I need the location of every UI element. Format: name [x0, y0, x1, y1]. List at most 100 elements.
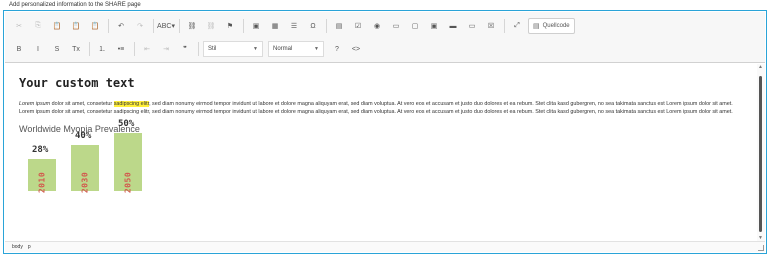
special-char-icon: Ω — [310, 22, 316, 30]
toolbar-separator — [153, 19, 154, 33]
remove-format-button[interactable]: Tx — [68, 41, 84, 57]
form-button[interactable]: ▤ — [331, 18, 347, 34]
cut-button[interactable]: ✂ — [11, 18, 27, 34]
bold-button[interactable]: B — [11, 41, 27, 57]
bold-icon: B — [16, 45, 22, 53]
style-select-value: Stil — [208, 46, 217, 52]
cut-icon: ✂ — [16, 23, 22, 30]
italic-button[interactable]: I — [30, 41, 46, 57]
bulleted-list-button[interactable]: •≡ — [113, 41, 129, 57]
form-icon: ▤ — [335, 23, 343, 30]
numbered-list-button[interactable]: ⒈ — [94, 41, 110, 57]
table-button[interactable]: ▦ — [267, 18, 283, 34]
numbered-list-icon: ⒈ — [98, 46, 106, 53]
chart-value-label: 40% — [75, 130, 92, 141]
link-button[interactable]: ⛓ — [184, 18, 200, 34]
copy-icon: ⎘ — [35, 22, 41, 29]
vertical-scrollbar[interactable]: ▲ ▼ — [757, 64, 765, 241]
image-icon: ▣ — [252, 23, 260, 30]
toolbar-separator — [134, 42, 135, 56]
anchor-icon: ⚑ — [226, 23, 234, 30]
outdent-button[interactable]: ⇤ — [139, 41, 155, 57]
special-char-button[interactable]: Ω — [305, 18, 321, 34]
source-icon: <> — [351, 45, 361, 53]
maximize-button[interactable]: ⤢ — [509, 18, 525, 34]
toolbar-separator — [179, 19, 180, 33]
toolbar-separator — [89, 42, 90, 56]
chevron-down-icon: ▼ — [314, 46, 319, 52]
redo-icon: ↷ — [137, 23, 143, 30]
toolbar-separator — [504, 19, 505, 33]
paste-button[interactable]: 📋 — [49, 18, 65, 34]
button-button[interactable]: ▬ — [445, 18, 461, 34]
editor-toolbar: ✂ ⎘ 📋 📋 📋 ↶ ↷ ABC▾ ⛓ ⛓ ⚑ ▣ ▦ ☰ Ω ▤ ☑ ◉ ▭ ▢ ▣ ▬ ▭ ☒ ⤢ ▤ Quellcode B… — [5, 12, 765, 63]
toolbar-row-2: B I S Tx ⒈ •≡ ⇤ ⇥ ❞ Stil ▼ Normal ▼? <> — [11, 38, 367, 60]
resize-handle-icon[interactable] — [758, 245, 764, 251]
scrollbar-thumb[interactable] — [759, 76, 762, 232]
paste-text-icon: 📋 — [71, 23, 81, 30]
horizontal-line-button[interactable]: ☰ — [286, 18, 302, 34]
para-text-a: dolor sit amet, consetetur — [50, 101, 114, 107]
element-path-item[interactable]: p — [28, 244, 31, 250]
para-lead: Lorem ipsum — [19, 101, 51, 107]
textarea-icon: ▢ — [411, 23, 419, 30]
textfield-icon: ▭ — [392, 23, 400, 30]
redo-button[interactable]: ↷ — [132, 18, 148, 34]
toolbar-row-1: ✂ ⎘ 📋 📋 📋 ↶ ↷ ABC▾ ⛓ ⛓ ⚑ ▣ ▦ ☰ Ω ▤ ☑ ◉ ▭ ▢ ▣ ▬ ▭ ☒ ⤢ ▤ Quellcode — [11, 15, 575, 37]
element-path-item[interactable]: body — [12, 244, 23, 250]
help-icon: ? — [335, 45, 339, 53]
link-icon: ⛓ — [187, 23, 197, 30]
checkbox-button[interactable]: ☑ — [350, 18, 366, 34]
source-button[interactable]: <> — [348, 41, 364, 57]
source-code-button[interactable]: ▤ Quellcode — [528, 18, 575, 34]
image-button[interactable]: ▣ — [248, 18, 264, 34]
textarea-button[interactable]: ▢ — [407, 18, 423, 34]
radio-button[interactable]: ◉ — [369, 18, 385, 34]
content-heading: Your custom text — [19, 76, 135, 90]
chart-category-label: 2050 — [123, 171, 133, 194]
select-icon: ▣ — [430, 23, 438, 30]
image-button-button[interactable]: ▭ — [464, 18, 480, 34]
undo-button[interactable]: ↶ — [113, 18, 129, 34]
copy-button[interactable]: ⎘ — [30, 18, 46, 34]
hidden-field-button[interactable]: ☒ — [483, 18, 499, 34]
indent-button[interactable]: ⇥ — [158, 41, 174, 57]
unlink-button[interactable]: ⛓ — [203, 18, 219, 34]
chevron-down-icon: ▼ — [253, 46, 258, 52]
scroll-up-arrow-icon[interactable]: ▲ — [758, 64, 763, 70]
chart-bar: 2030 — [71, 144, 99, 193]
source-button-label: Quellcode — [542, 23, 570, 29]
chart-bar: 2010 — [28, 158, 56, 194]
chart-value-label: 50% — [118, 119, 135, 129]
unlink-icon: ⛓ — [206, 23, 216, 30]
style-select[interactable]: Stil ▼ — [203, 41, 263, 57]
select-button[interactable]: ▣ — [426, 18, 442, 34]
button-icon: ▬ — [449, 22, 457, 30]
remove-format-icon: Tx — [72, 45, 80, 53]
paste-text-button[interactable]: 📋 — [68, 18, 84, 34]
chart-category-label: 2010 — [37, 171, 47, 194]
radio-icon: ◉ — [373, 23, 381, 30]
image-button-icon: ▭ — [468, 23, 476, 30]
source-document-icon: ▤ — [533, 23, 540, 30]
strikethrough-button[interactable]: S — [49, 41, 65, 57]
blockquote-icon: ❞ — [183, 46, 187, 53]
horizontal-line-icon: ☰ — [290, 23, 298, 30]
textfield-button[interactable]: ▭ — [388, 18, 404, 34]
indent-icon: ⇥ — [163, 46, 169, 53]
paste-icon: 📋 — [52, 23, 62, 30]
myopia-bar-chart: 2010 28% 2030 40% 2050 50% — [28, 111, 228, 194]
paste-word-button[interactable]: 📋 — [87, 18, 103, 34]
hidden-field-icon: ☒ — [487, 23, 495, 30]
table-icon: ▦ — [271, 23, 279, 30]
spellcheck-button[interactable]: ABC▾ — [157, 18, 175, 34]
outdent-icon: ⇤ — [144, 46, 150, 53]
blockquote-button[interactable]: ❞ — [177, 41, 193, 57]
toolbar-separator — [326, 19, 327, 33]
anchor-button[interactable]: ⚑ — [222, 18, 238, 34]
toolbar-separator — [243, 19, 244, 33]
paste-word-icon: 📋 — [90, 23, 100, 30]
format-select[interactable]: Normal ▼ — [268, 41, 324, 57]
help-button[interactable]: ? — [329, 41, 345, 57]
toolbar-separator — [108, 19, 109, 33]
